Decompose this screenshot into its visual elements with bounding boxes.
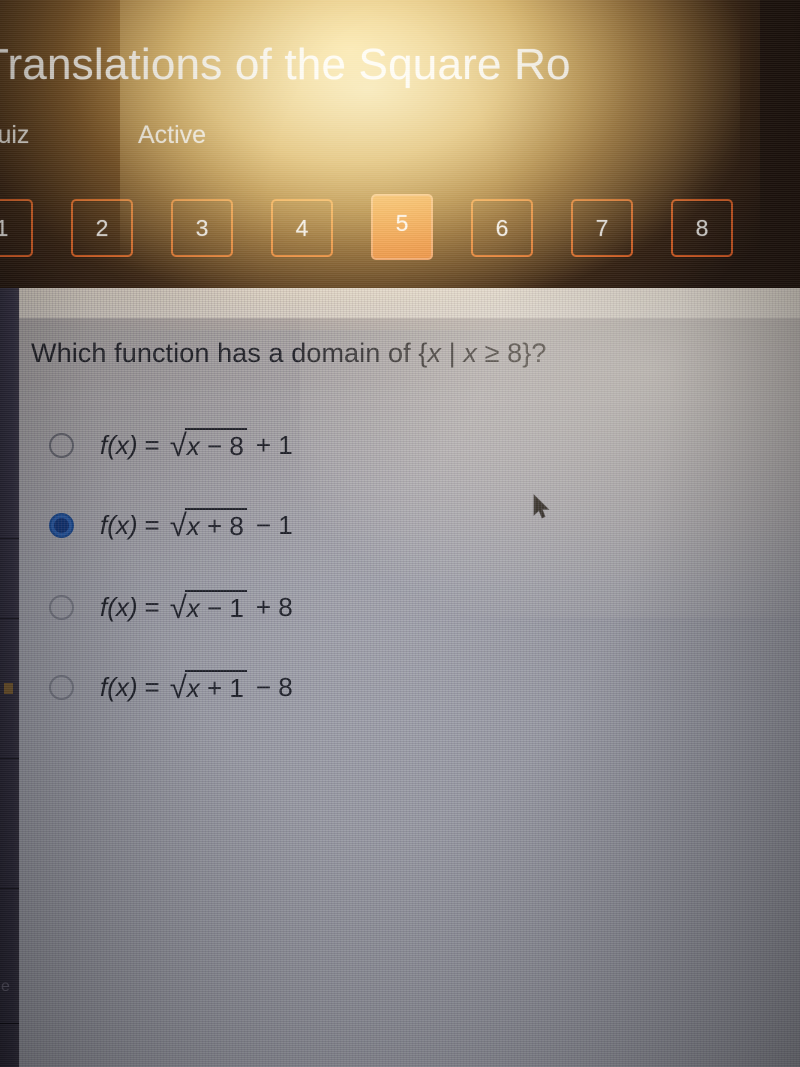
radicand-rest: − 8 [199,431,244,461]
radical-sign: √ [169,590,187,625]
radical-icon: √ x + 8 [170,508,247,542]
question-var-2: x [463,338,477,368]
question-pager: 1 2 3 4 5 6 7 8 [0,194,800,269]
radio-button-b[interactable] [49,512,74,538]
sidebar-divider [0,758,21,759]
header-tabs: Quiz Active [0,121,800,157]
formula-lhs: f(x) [100,430,138,460]
pager-item-4[interactable]: 4 [271,199,333,257]
radicand-var: x [186,431,200,461]
radicand: x − 8 [184,428,247,462]
quiz-content-panel: Which function has a domain of {x | x ≥ … [19,288,800,1067]
tab-active[interactable]: Active [138,121,206,150]
sidebar-divider [0,538,21,539]
radicand-rest: + 1 [199,673,244,703]
radical-icon: √ x + 1 [170,670,247,704]
formula-tail: + 8 [255,592,293,622]
formula-lhs: f(x) [100,672,138,702]
pager-item-3[interactable]: 3 [171,199,233,257]
radicand: x − 1 [184,590,247,624]
question-prefix: Which function has a domain of { [31,338,428,368]
answer-option-a[interactable]: f(x) = √ x − 8 + 1 [49,422,293,468]
radical-sign: √ [169,508,187,543]
answer-option-d[interactable]: f(x) = √ x + 1 − 8 [49,664,293,710]
formula-equals: = [144,592,160,622]
radical-icon: √ x − 1 [170,590,247,624]
question-text: Which function has a domain of {x | x ≥ … [31,338,546,369]
answer-formula-a: f(x) = √ x − 8 + 1 [100,428,293,462]
radio-button-c[interactable] [49,594,74,620]
formula-lhs: f(x) [100,592,138,622]
radical-sign: √ [169,428,187,463]
sidebar-divider [0,618,21,619]
sidebar-indicator [4,683,13,694]
radicand-rest: − 1 [199,593,244,623]
formula-lhs: f(x) [100,510,138,540]
sidebar-glyph: e [1,978,10,995]
answer-formula-c: f(x) = √ x − 1 + 8 [100,590,293,624]
sidebar-divider [0,1023,21,1024]
radicand-var: x [186,593,200,623]
mouse-cursor-icon [533,494,553,524]
left-sidebar[interactable]: e [0,288,21,1067]
formula-equals: = [144,510,160,540]
radical-icon: √ x − 8 [170,428,247,462]
pager-item-6[interactable]: 6 [471,199,533,257]
formula-tail: + 1 [255,430,293,460]
radicand-rest: + 8 [199,511,244,541]
answer-option-b[interactable]: f(x) = √ x + 8 − 1 [49,502,293,548]
sidebar-divider [0,888,21,889]
radio-button-d[interactable] [49,674,74,700]
radicand: x + 8 [184,508,247,542]
pager-item-5[interactable]: 5 [371,194,433,260]
pager-item-1[interactable]: 1 [0,199,33,257]
formula-equals: = [144,672,160,702]
question-var-1: x [427,338,442,368]
answer-formula-d: f(x) = √ x + 1 − 8 [100,670,293,704]
quiz-header: Translations of the Square Ro Quiz Activ… [0,0,800,295]
page-title: Translations of the Square Ro [0,40,571,89]
question-bar: | [441,338,464,368]
formula-tail: − 1 [255,510,293,540]
tab-quiz[interactable]: Quiz [0,121,29,150]
formula-equals: = [144,430,160,460]
pager-item-8[interactable]: 8 [671,199,733,257]
answer-option-c[interactable]: f(x) = √ x − 1 + 8 [49,584,293,630]
radio-button-a[interactable] [49,432,74,458]
radicand: x + 1 [184,670,247,704]
answer-formula-b: f(x) = √ x + 8 − 1 [100,508,293,542]
radicand-var: x [186,511,200,541]
question-operator: ≥ 8}? [476,338,547,368]
pager-item-7[interactable]: 7 [571,199,633,257]
radicand-var: x [186,673,200,703]
content-top-band [19,288,800,318]
pager-item-2[interactable]: 2 [71,199,133,257]
formula-tail: − 8 [255,672,293,702]
radical-sign: √ [169,670,187,705]
photographed-screen: Translations of the Square Ro Quiz Activ… [0,0,800,1067]
